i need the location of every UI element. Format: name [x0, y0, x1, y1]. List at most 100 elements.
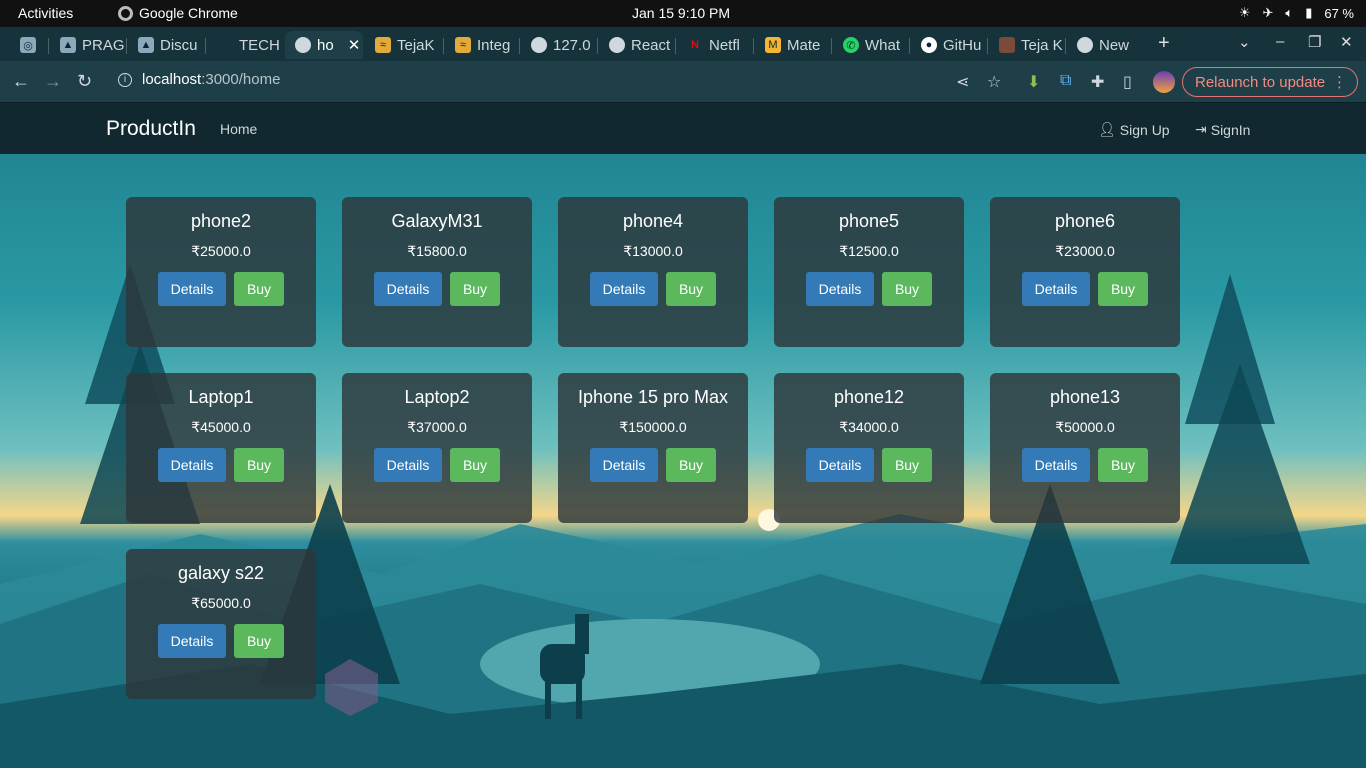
product-name: phone12	[833, 387, 905, 407]
share-icon[interactable]: ⋖	[956, 72, 969, 92]
buy-button[interactable]: Buy	[234, 272, 284, 306]
tab-1[interactable]: ▲ PRAG	[50, 31, 126, 59]
product-name: phone5	[838, 211, 900, 231]
tab-6[interactable]: ≈ Integ	[445, 31, 519, 59]
tab-0[interactable]: ◎	[10, 31, 46, 59]
product-name: GalaxyM31	[391, 211, 483, 231]
battery-percent: 67 %	[1324, 5, 1354, 21]
buy-button[interactable]: Buy	[234, 624, 284, 658]
reload-icon[interactable]: ↻	[77, 71, 92, 92]
tab-7[interactable]: 127.0	[521, 31, 597, 59]
buy-button[interactable]: Buy	[450, 448, 500, 482]
battery-icon: ▮	[1305, 5, 1313, 20]
tab-5[interactable]: ≈ TejaK	[365, 31, 443, 59]
buy-button[interactable]: Buy	[882, 448, 932, 482]
details-button[interactable]: Details	[1022, 448, 1090, 482]
product-name: Laptop1	[188, 387, 254, 407]
extensions-puzzle-icon[interactable]: ✚	[1091, 72, 1104, 92]
product-name: Iphone 15 pro Max	[577, 387, 729, 407]
buy-button[interactable]: Buy	[1098, 448, 1148, 482]
tab-label: Integ	[477, 36, 511, 54]
tab-label: TECH	[239, 36, 280, 54]
close-window-icon[interactable]: ✕	[1340, 33, 1353, 51]
buy-button[interactable]: Buy	[1098, 272, 1148, 306]
url-path: :3000/home	[201, 71, 281, 88]
nav-home-link[interactable]: Home	[220, 121, 257, 137]
relaunch-to-update-button[interactable]: Relaunch to update ⋮	[1182, 67, 1358, 97]
side-panel-icon[interactable]: ▯	[1123, 72, 1132, 92]
details-button[interactable]: Details	[1022, 272, 1090, 306]
tab-11[interactable]: ✆ What	[833, 31, 909, 59]
site-info-icon[interactable]: i	[118, 72, 132, 87]
tab-3[interactable]: TECH	[207, 31, 283, 59]
address-bar[interactable]: i localhost:3000/home	[118, 71, 280, 88]
tab-2[interactable]: ▲ Discu	[128, 31, 204, 59]
site-navbar: ProductIn Home 👤︎ Sign Up ⇥ SignIn	[0, 104, 1366, 154]
buy-button[interactable]: Buy	[234, 448, 284, 482]
details-button[interactable]: Details	[590, 272, 658, 306]
download-extension-icon[interactable]: ⬇	[1027, 72, 1040, 92]
tab-search-icon[interactable]: ⌄	[1238, 33, 1251, 51]
details-button[interactable]: Details	[374, 448, 442, 482]
nav-signup-link[interactable]: 👤︎ Sign Up	[1098, 121, 1170, 138]
translate-extension-icon[interactable]: ⧉	[1060, 72, 1071, 90]
tab-9[interactable]: N Netfl	[677, 31, 753, 59]
details-button[interactable]: Details	[374, 272, 442, 306]
tab-10[interactable]: M Mate	[755, 31, 831, 59]
product-grid: phone2 ₹25000.0 Details Buy GalaxyM31 ₹15…	[126, 197, 1180, 699]
buy-button[interactable]: Buy	[882, 272, 932, 306]
bookmark-star-icon[interactable]: ☆	[987, 72, 1001, 92]
chatgpt-icon: ◎	[20, 37, 36, 53]
brightness-icon: ☀	[1238, 5, 1251, 20]
product-price: ₹23000.0	[1055, 243, 1115, 259]
tab-8[interactable]: React	[599, 31, 675, 59]
tab-label: PRAG	[82, 36, 125, 54]
signin-label: SignIn	[1210, 121, 1251, 138]
details-button[interactable]: Details	[806, 448, 874, 482]
close-icon[interactable]: ✕	[348, 36, 361, 54]
product-price: ₹12500.0	[839, 243, 899, 259]
tab-label: ho	[317, 36, 334, 54]
doc-icon: ▲	[138, 37, 154, 53]
tab-12[interactable]: ● GitHu	[911, 31, 987, 59]
tab-label: 127.0	[553, 36, 591, 54]
tab-14[interactable]: New	[1067, 31, 1143, 59]
new-tab-button[interactable]: +	[1158, 32, 1170, 55]
buy-button[interactable]: Buy	[450, 272, 500, 306]
minimize-icon[interactable]: –	[1276, 33, 1284, 50]
netflix-icon: N	[687, 37, 703, 53]
app-menu[interactable]: Google Chrome	[118, 5, 238, 21]
product-name: phone2	[190, 211, 252, 231]
buy-button[interactable]: Buy	[666, 448, 716, 482]
os-top-bar: Activities Google Chrome Jan 15 9:10 PM …	[0, 0, 1366, 27]
details-button[interactable]: Details	[158, 272, 226, 306]
back-icon[interactable]: ←	[12, 71, 30, 92]
forward-icon[interactable]: →	[44, 71, 62, 92]
product-price: ₹50000.0	[1055, 419, 1115, 435]
tab-label: GitHu	[943, 36, 982, 54]
product-card: phone4 ₹13000.0 Details Buy	[558, 197, 748, 347]
browser-toolbar: ← → ↻ i localhost:3000/home ⋖ ☆ ⬇ ⧉ ✚ ▯ …	[0, 61, 1366, 103]
buy-button[interactable]: Buy	[666, 272, 716, 306]
product-card: phone13 ₹50000.0 Details Buy	[990, 373, 1180, 523]
restore-icon[interactable]: ❐	[1308, 33, 1321, 51]
details-button[interactable]: Details	[158, 448, 226, 482]
site-brand[interactable]: ProductIn	[106, 117, 196, 141]
product-card: Iphone 15 pro Max ₹150000.0 Details Buy	[558, 373, 748, 523]
details-button[interactable]: Details	[158, 624, 226, 658]
activities-button[interactable]: Activities	[18, 5, 73, 21]
github-icon: ●	[921, 37, 937, 53]
doc-icon: ▲	[60, 37, 76, 53]
system-tray[interactable]: ☀ ✈ 🔈︎ ▮ 67 %	[1239, 5, 1354, 21]
web-page: ProductIn Home 👤︎ Sign Up ⇥ SignIn phone2 …	[0, 104, 1366, 768]
details-button[interactable]: Details	[590, 448, 658, 482]
whatsapp-icon: ✆	[843, 37, 859, 53]
clock[interactable]: Jan 15 9:10 PM	[632, 5, 730, 21]
tab-13[interactable]: Teja K	[989, 31, 1065, 59]
globe-icon	[609, 37, 625, 53]
details-button[interactable]: Details	[806, 272, 874, 306]
tab-4-active[interactable]: ho ✕	[285, 31, 363, 59]
nav-signin-link[interactable]: ⇥ SignIn	[1195, 121, 1250, 138]
chrome-icon	[118, 5, 133, 21]
profile-avatar[interactable]	[1153, 71, 1175, 93]
